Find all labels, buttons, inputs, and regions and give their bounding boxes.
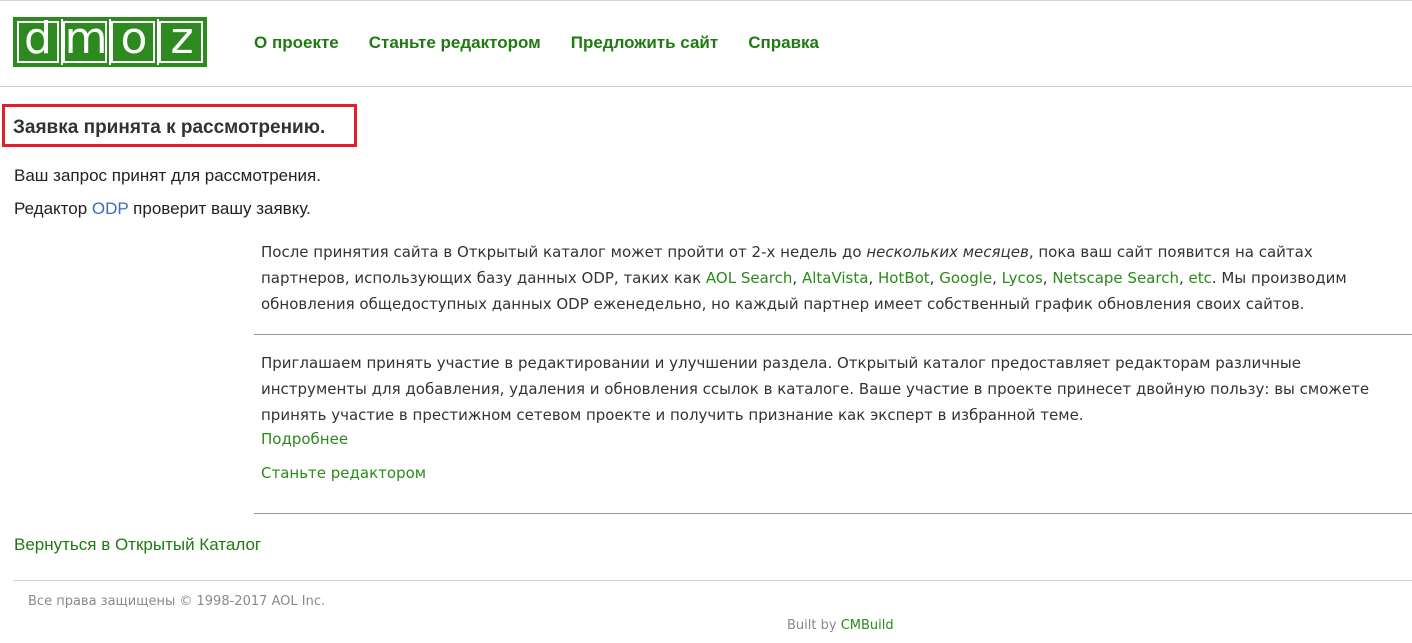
confirmation-message: Ваш запрос принят для рассмотрения. bbox=[14, 166, 321, 185]
partner-link-aol[interactable]: AOL Search bbox=[706, 269, 792, 287]
partner-link-hotbot[interactable]: HotBot bbox=[878, 269, 930, 287]
divider bbox=[254, 334, 1412, 335]
title-highlight-box: Заявка принята к рассмотрению. bbox=[2, 104, 357, 147]
odp-abbr: ODP bbox=[91, 199, 129, 218]
info1-emphasis: нескольких месяцев bbox=[866, 243, 1029, 261]
review-message-suffix: проверит вашу заявку. bbox=[128, 199, 311, 218]
logo-letter-m: m bbox=[61, 17, 109, 65]
editor-invitation-text: Приглашаем принять участие в редактирова… bbox=[261, 354, 1370, 424]
page: d m o z О проекте Станьте редактором Пре… bbox=[0, 0, 1412, 643]
nav-about[interactable]: О проекте bbox=[254, 33, 339, 53]
partner-link-altavista[interactable]: AltaVista bbox=[802, 269, 869, 287]
nav-become-editor[interactable]: Станьте редактором bbox=[369, 33, 541, 53]
nav-suggest-site[interactable]: Предложить сайт bbox=[571, 33, 718, 53]
built-by-prefix: Built by bbox=[787, 618, 841, 633]
partner-link-etc[interactable]: etc bbox=[1189, 269, 1212, 287]
partner-link-netscape[interactable]: Netscape Search bbox=[1052, 269, 1179, 287]
divider bbox=[254, 513, 1412, 514]
partner-link-lycos[interactable]: Lycos bbox=[1002, 269, 1043, 287]
info1-text-a: После принятия сайта в Открытый каталог … bbox=[261, 243, 867, 261]
logo-letter-d: d bbox=[15, 17, 61, 65]
copyright-text: Все права защищены © 1998-2017 AOL Inc. bbox=[28, 594, 326, 609]
more-info-link[interactable]: Подробнее bbox=[261, 430, 348, 448]
back-to-directory-link[interactable]: Вернуться в Открытый Каталог bbox=[14, 535, 261, 555]
main-nav: О проекте Станьте редактором Предложить … bbox=[254, 33, 819, 53]
dmoz-logo[interactable]: d m o z bbox=[13, 17, 207, 67]
logo-letter-z: z bbox=[157, 17, 205, 65]
partner-link-google[interactable]: Google bbox=[939, 269, 992, 287]
listing-timing-info: После принятия сайта в Открытый каталог … bbox=[261, 243, 1347, 313]
nav-help[interactable]: Справка bbox=[748, 33, 819, 53]
become-editor-link[interactable]: Станьте редактором bbox=[261, 464, 426, 482]
logo-letter-o: o bbox=[109, 17, 157, 65]
review-message-prefix: Редактор bbox=[14, 199, 92, 218]
logo-frame: d m o z bbox=[13, 17, 207, 67]
cmbuild-link[interactable]: CMBuild bbox=[841, 618, 894, 633]
header: d m o z О проекте Станьте редактором Пре… bbox=[0, 1, 1412, 87]
review-message: Редактор ODP проверит вашу заявку. bbox=[14, 199, 311, 219]
built-by: Built by CMBuild bbox=[787, 618, 894, 633]
page-title: Заявка принята к рассмотрению. bbox=[13, 117, 326, 138]
footer-divider bbox=[13, 580, 1412, 581]
